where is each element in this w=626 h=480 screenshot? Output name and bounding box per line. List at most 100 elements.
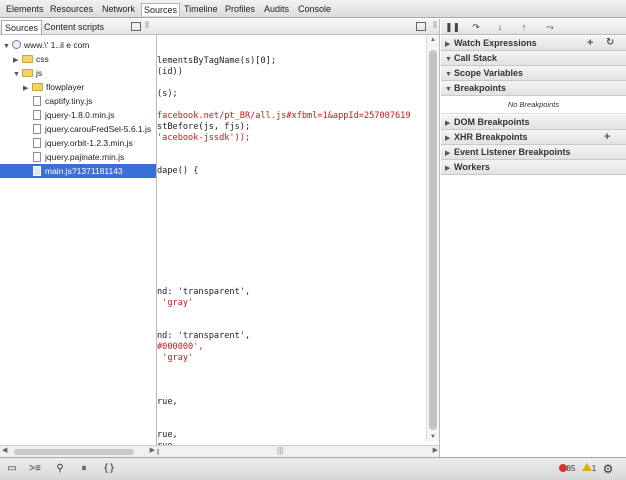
- navigator-tabbar: Sources Content scripts ⦀: [0, 19, 157, 35]
- error-count[interactable]: 85: [556, 462, 578, 476]
- pane-breakpoints[interactable]: ▼ Breakpoints: [441, 81, 626, 96]
- warning-count[interactable]: 1: [580, 462, 598, 476]
- tree-item-selected-file[interactable]: main.js?1371181143: [0, 164, 156, 178]
- scroll-right-icon[interactable]: ▶: [150, 446, 155, 454]
- navigator-horizontal-scrollbar[interactable]: ◀ ▶: [0, 445, 157, 457]
- navigator-resize-icon[interactable]: ⦀: [145, 20, 149, 31]
- scroll-up-icon[interactable]: ▲: [430, 37, 436, 43]
- add-xhr-breakpoint-icon[interactable]: +: [604, 130, 610, 144]
- pane-workers[interactable]: ▶ Workers: [441, 160, 626, 175]
- folder-icon: [22, 69, 33, 77]
- scroll-grip-icon: |||: [277, 446, 284, 455]
- pane-dom-breakpoints[interactable]: ▶ DOM Breakpoints: [441, 115, 626, 130]
- pane-xhr-breakpoints[interactable]: ▶ XHR Breakpoints +: [441, 130, 626, 145]
- folder-icon: [22, 55, 33, 63]
- code-text: dape() {: [157, 166, 199, 176]
- code-line: stBefore(js, fjs);: [157, 122, 250, 133]
- tree-item-css[interactable]: ▶ css: [13, 52, 49, 66]
- dock-navigator-icon[interactable]: [131, 22, 141, 31]
- refresh-watch-icon[interactable]: ↻: [606, 36, 614, 50]
- code-line: (id)): [157, 67, 183, 78]
- code-text: rue,: [157, 397, 178, 407]
- tab-console[interactable]: Console: [296, 3, 333, 16]
- pause-on-exceptions-icon[interactable]: ⏸: [76, 462, 92, 476]
- source-editor: ⦀ lementsByTagName(s)[0]; (id)) (s); facebo…: [157, 19, 440, 457]
- scroll-down-icon[interactable]: ▼: [430, 434, 436, 440]
- tab-network[interactable]: Network: [100, 3, 137, 16]
- code-text: nd: 'transparent',: [157, 331, 251, 341]
- navigator-tab-sources[interactable]: Sources: [1, 20, 43, 34]
- code-view[interactable]: lementsByTagName(s)[0]; (id)) (s); facebook…: [157, 36, 427, 451]
- navigator-pane: Sources Content scripts ⦀ ▼ www.\' 1..il …: [0, 19, 157, 457]
- pause-icon[interactable]: ❚❚: [445, 21, 460, 33]
- tree-item-file[interactable]: captify.tiny.js: [33, 94, 92, 108]
- expanded-arrow-icon: ▼: [445, 71, 452, 78]
- editor-horizontal-scrollbar[interactable]: ||| ▶: [157, 445, 439, 457]
- code-line: #000000',: [157, 342, 204, 353]
- code-line: facebook.net/pt_BR/all.js#xfbml=1&appId=…: [157, 111, 411, 122]
- tree-item-flowplayer[interactable]: ▶ flowplayer: [23, 80, 84, 94]
- editor-resize-icon[interactable]: ⦀: [433, 20, 437, 31]
- collapsed-arrow-icon: ▶: [445, 135, 451, 142]
- tree-item-file[interactable]: jquery.pajinate.min.js: [33, 150, 124, 164]
- code-line: nd: 'transparent',: [157, 287, 250, 298]
- add-watch-icon[interactable]: +: [587, 36, 593, 50]
- expanded-arrow-icon: ▼: [445, 56, 452, 63]
- code-text: lementsByTagName(s)[0];: [157, 56, 276, 66]
- pretty-print-icon[interactable]: {}: [100, 462, 118, 476]
- scroll-thumb[interactable]: [14, 449, 134, 455]
- tab-profiles[interactable]: Profiles: [223, 3, 257, 16]
- file-icon: [33, 96, 41, 106]
- tree-item-file[interactable]: jquery-1.8.0.min.js: [33, 108, 114, 122]
- expanded-arrow-icon: ▼: [3, 43, 10, 50]
- code-line: 'gray': [157, 353, 193, 364]
- code-line: rue,: [157, 397, 178, 408]
- code-text: tBefore(js, fjs);: [162, 122, 251, 132]
- pane-watch-expressions[interactable]: ▶ Watch Expressions + ↻: [441, 36, 626, 51]
- tab-audits[interactable]: Audits: [262, 3, 291, 16]
- tab-sources[interactable]: Sources: [141, 3, 181, 16]
- collapsed-arrow-icon: ▶: [445, 41, 451, 48]
- debugger-sidebar: ❚❚ ↷ ↓ ↑ ⤳ ▶ Watch Expressions + ↻ ▼ Call …: [441, 19, 626, 457]
- collapsed-arrow-icon: ▶: [445, 165, 451, 172]
- scroll-right-icon[interactable]: ▶: [433, 446, 438, 454]
- file-icon: [33, 152, 41, 162]
- pane-scope-variables[interactable]: ▼ Scope Variables: [441, 66, 626, 81]
- tree-item-file[interactable]: jquery.orbit-1.2.3.min.js: [33, 136, 133, 150]
- tab-timeline[interactable]: Timeline: [182, 3, 220, 16]
- step-out-icon[interactable]: ↑: [517, 21, 531, 33]
- search-icon[interactable]: ⚲: [52, 462, 68, 476]
- tree-item-domain[interactable]: ▼ www.\' 1..il e com: [3, 38, 89, 52]
- file-icon: [33, 124, 41, 134]
- tab-elements[interactable]: Elements: [4, 3, 46, 16]
- debugger-toolbar: ❚❚ ↷ ↓ ↑ ⤳: [441, 19, 626, 35]
- show-console-icon[interactable]: >≡: [27, 462, 43, 476]
- tree-item-file[interactable]: jquery.carouFredSel-5.6.1.js: [33, 122, 151, 136]
- dock-to-window-icon[interactable]: ▭: [4, 462, 20, 476]
- tree-item-js[interactable]: ▼ js: [13, 66, 42, 80]
- file-icon: [33, 138, 41, 148]
- step-over-icon[interactable]: ↷: [469, 21, 483, 33]
- step-into-icon[interactable]: ↓: [493, 21, 507, 33]
- collapsed-arrow-icon: ▶: [23, 85, 29, 92]
- status-bar: ▭ >≡ ⚲ ⏸ {} 85 1 ⚙: [0, 457, 626, 480]
- deactivate-breakpoints-icon[interactable]: ⤳: [541, 21, 559, 33]
- sources-panel: Sources Content scripts ⦀ ▼ www.\' 1..il …: [0, 19, 626, 457]
- code-text: rue,: [157, 430, 178, 440]
- tab-resources[interactable]: Resources: [48, 3, 95, 16]
- pane-call-stack[interactable]: ▼ Call Stack: [441, 51, 626, 66]
- code-text: 'gray': [157, 353, 194, 363]
- navigator-tab-content-scripts[interactable]: Content scripts: [41, 20, 107, 34]
- toggle-debugger-sidebar-icon[interactable]: [416, 22, 426, 31]
- file-icon: [33, 166, 41, 176]
- code-text: #000000',: [157, 342, 204, 352]
- scroll-thumb[interactable]: [429, 50, 437, 430]
- scroll-thumb[interactable]: [157, 449, 159, 455]
- scroll-left-icon[interactable]: ◀: [2, 446, 7, 454]
- pane-event-listener-breakpoints[interactable]: ▶ Event Listener Breakpoints: [441, 145, 626, 160]
- editor-vertical-scrollbar[interactable]: ▲ ▼: [426, 36, 439, 441]
- gear-icon[interactable]: ⚙: [600, 462, 616, 476]
- collapsed-arrow-icon: ▶: [445, 150, 451, 157]
- collapsed-arrow-icon: ▶: [445, 120, 451, 127]
- expanded-arrow-icon: ▼: [445, 86, 452, 93]
